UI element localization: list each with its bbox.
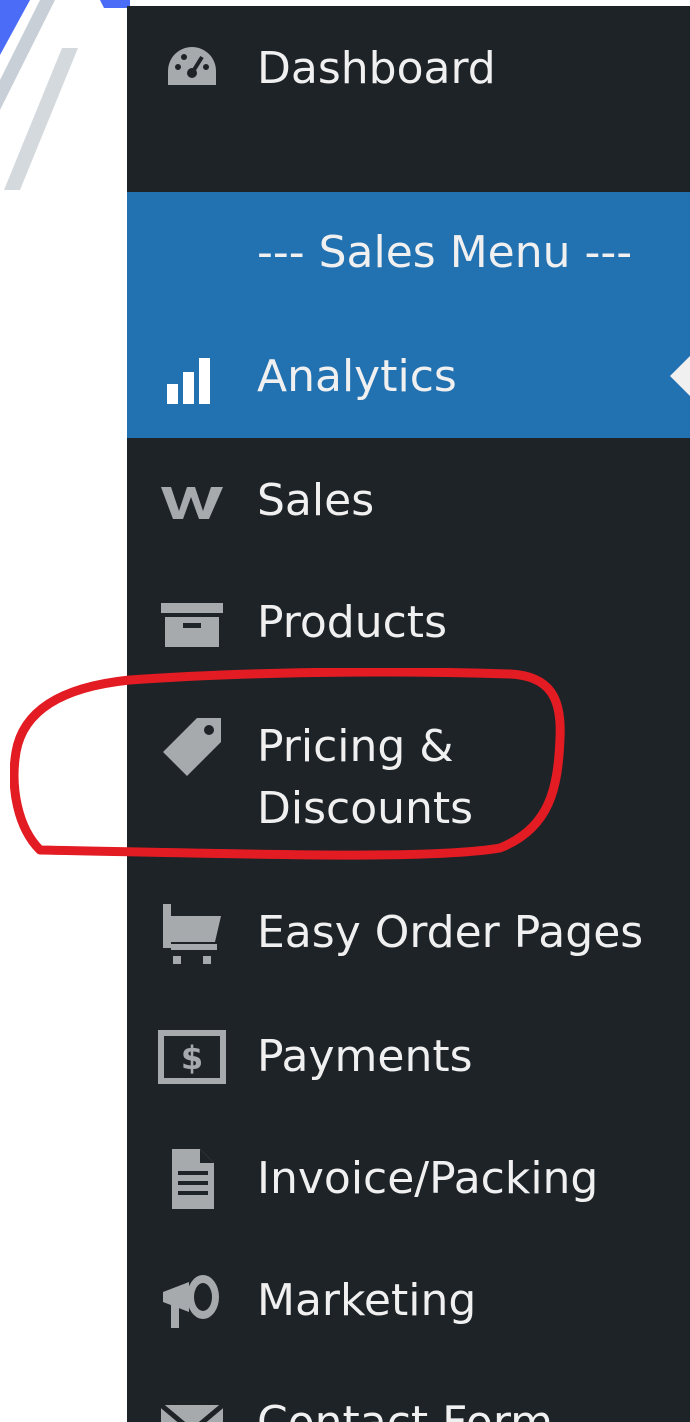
megaphone-icon <box>157 1266 227 1336</box>
menu-label-sales-menu-header: --- Sales Menu --- <box>257 227 633 278</box>
money-icon: $ <box>157 1022 227 1092</box>
menu-item-easy-order-pages[interactable]: Easy Order Pages <box>127 898 690 1020</box>
menu-label-contact-form: Contact Form <box>257 1392 553 1422</box>
menu-item-contact-form[interactable]: Contact Form <box>127 1390 690 1422</box>
menu-item-invoice-packing[interactable]: Invoice/Packing <box>127 1144 690 1266</box>
bar-chart-icon <box>157 342 227 412</box>
menu-label-payments: Payments <box>257 1031 473 1082</box>
background-decoration <box>0 0 130 190</box>
menu-label-easy-order-pages: Easy Order Pages <box>257 907 644 958</box>
price-tag-icon <box>157 712 227 782</box>
menu-item-dashboard[interactable]: Dashboard <box>127 34 690 156</box>
envelope-icon <box>157 1390 227 1422</box>
svg-text:$: $ <box>181 1039 203 1077</box>
dashboard-gauge-icon <box>157 34 227 104</box>
menu-item-marketing[interactable]: Marketing <box>127 1266 690 1388</box>
menu-item-sales[interactable]: Sales <box>127 466 690 588</box>
archive-box-icon <box>157 588 227 658</box>
menu-item-sales-menu-header[interactable]: --- Sales Menu --- <box>127 218 690 340</box>
admin-sidebar-menu: Dashboard --- Sales Menu --- Analytics S… <box>127 6 690 1422</box>
active-item-pointer <box>670 356 690 396</box>
menu-item-products[interactable]: Products <box>127 588 690 710</box>
menu-item-analytics[interactable]: Analytics <box>127 342 690 464</box>
menu-item-pricing-discounts[interactable]: Pricing & Discounts <box>127 712 690 842</box>
woo-w-icon <box>157 466 227 536</box>
menu-label-marketing: Marketing <box>257 1275 477 1326</box>
menu-label-pricing-line1: Pricing & <box>257 721 454 772</box>
shopping-cart-icon <box>157 898 227 968</box>
menu-label-products: Products <box>257 597 447 648</box>
menu-label-invoice-packing: Invoice/Packing <box>257 1153 599 1204</box>
menu-label-sales: Sales <box>257 475 375 526</box>
menu-label-pricing-line2: Discounts <box>257 783 474 834</box>
menu-item-payments[interactable]: $ Payments <box>127 1022 690 1144</box>
menu-label-dashboard: Dashboard <box>257 43 496 94</box>
document-icon <box>157 1144 227 1214</box>
menu-label-analytics: Analytics <box>257 351 457 402</box>
